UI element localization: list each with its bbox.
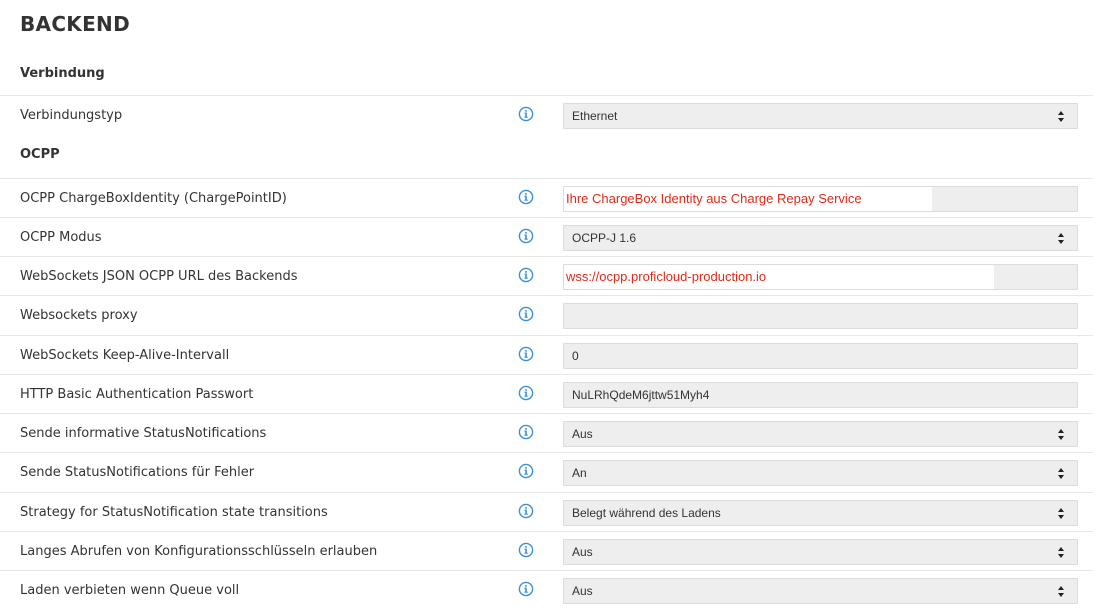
setting-label: WebSockets JSON OCPP URL des Backends (20, 269, 298, 284)
setting-select[interactable]: Ethernet (563, 103, 1078, 129)
info-circle-icon[interactable] (518, 346, 534, 362)
setting-select[interactable]: Belegt während des Ladens (563, 500, 1078, 526)
select-value: An (572, 466, 587, 480)
setting-input[interactable]: Ihre ChargeBox Identity aus Charge Repay… (563, 186, 1078, 212)
setting-label: HTTP Basic Authentication Passwort (20, 387, 254, 402)
setting-input[interactable] (563, 303, 1078, 329)
info-circle-icon[interactable] (518, 424, 534, 440)
info-circle-icon[interactable] (518, 267, 534, 283)
settings-row: Sende informative StatusNotifications Aus (0, 413, 1093, 452)
info-circle-icon[interactable] (518, 542, 534, 558)
select-caret-icon (1058, 429, 1065, 440)
setting-label: Laden verbieten wenn Queue voll (20, 583, 240, 598)
select-value: Aus (572, 584, 593, 598)
setting-label: Sende informative StatusNotifications (20, 426, 267, 441)
setting-select[interactable]: Aus (563, 539, 1078, 565)
info-circle-icon[interactable] (518, 385, 534, 401)
setting-select[interactable]: OCPP-J 1.6 (563, 225, 1078, 251)
select-caret-icon (1058, 233, 1065, 244)
setting-label: WebSockets Keep-Alive-Intervall (20, 348, 230, 363)
select-caret-icon (1058, 111, 1065, 122)
select-value: Aus (572, 545, 593, 559)
settings-row: Sende StatusNotifications für Fehler An (0, 452, 1093, 491)
section-heading-ocpp: OCPP (20, 147, 60, 162)
select-value: OCPP-J 1.6 (572, 231, 637, 245)
page-title: BACKEND (20, 12, 131, 36)
section-heading-verbindung: Verbindung (20, 66, 105, 81)
setting-input[interactable]: 0 (563, 343, 1078, 369)
setting-label: Websockets proxy (20, 308, 138, 323)
select-value: Belegt während des Ladens (572, 506, 721, 520)
select-value: Ethernet (572, 109, 618, 123)
settings-row: WebSockets Keep-Alive-Intervall 0 (0, 335, 1093, 374)
select-caret-icon (1058, 508, 1065, 519)
select-caret-icon (1058, 468, 1065, 479)
settings-row: Verbindungstyp Ethernet (0, 95, 1093, 134)
input-value: 0 (572, 349, 579, 363)
info-circle-icon[interactable] (518, 106, 534, 122)
settings-row: Laden verbieten wenn Queue voll Aus (0, 570, 1093, 609)
settings-row: Websockets proxy (0, 295, 1093, 334)
settings-row: OCPP ChargeBoxIdentity (ChargePointID) Ih… (0, 178, 1093, 217)
setting-input[interactable]: wss://ocpp.proficloud-production.io (563, 264, 1078, 290)
info-circle-icon[interactable] (518, 503, 534, 519)
setting-label: Sende StatusNotifications für Fehler (20, 465, 255, 480)
setting-select[interactable]: An (563, 460, 1078, 486)
info-circle-icon[interactable] (518, 581, 534, 597)
info-circle-icon[interactable] (518, 306, 534, 322)
settings-row: Strategy for StatusNotification state tr… (0, 492, 1093, 531)
input-value: NuLRhQdeM6jttw51Myh4 (572, 388, 710, 402)
setting-label: OCPP ChargeBoxIdentity (ChargePointID) (20, 191, 287, 206)
setting-label: Verbindungstyp (20, 108, 123, 123)
select-caret-icon (1058, 586, 1065, 597)
settings-row: WebSockets JSON OCPP URL des Backends wss… (0, 256, 1093, 295)
input-value: wss://ocpp.proficloud-production.io (564, 265, 994, 289)
select-caret-icon (1058, 547, 1065, 558)
setting-label: Strategy for StatusNotification state tr… (20, 505, 328, 520)
settings-row: Langes Abrufen von Konfigurationsschlüss… (0, 531, 1093, 570)
info-circle-icon[interactable] (518, 189, 534, 205)
info-circle-icon[interactable] (518, 463, 534, 479)
settings-row: OCPP Modus OCPP-J 1.6 (0, 217, 1093, 256)
setting-select[interactable]: Aus (563, 578, 1078, 604)
input-value: Ihre ChargeBox Identity aus Charge Repay… (564, 187, 932, 211)
setting-label: Langes Abrufen von Konfigurationsschlüss… (20, 544, 378, 559)
setting-select[interactable]: Aus (563, 421, 1078, 447)
setting-label: OCPP Modus (20, 230, 102, 245)
select-value: Aus (572, 427, 593, 441)
info-circle-icon[interactable] (518, 228, 534, 244)
setting-input[interactable]: NuLRhQdeM6jttw51Myh4 (563, 382, 1078, 408)
settings-row: HTTP Basic Authentication Passwort NuLRhQ… (0, 374, 1093, 413)
